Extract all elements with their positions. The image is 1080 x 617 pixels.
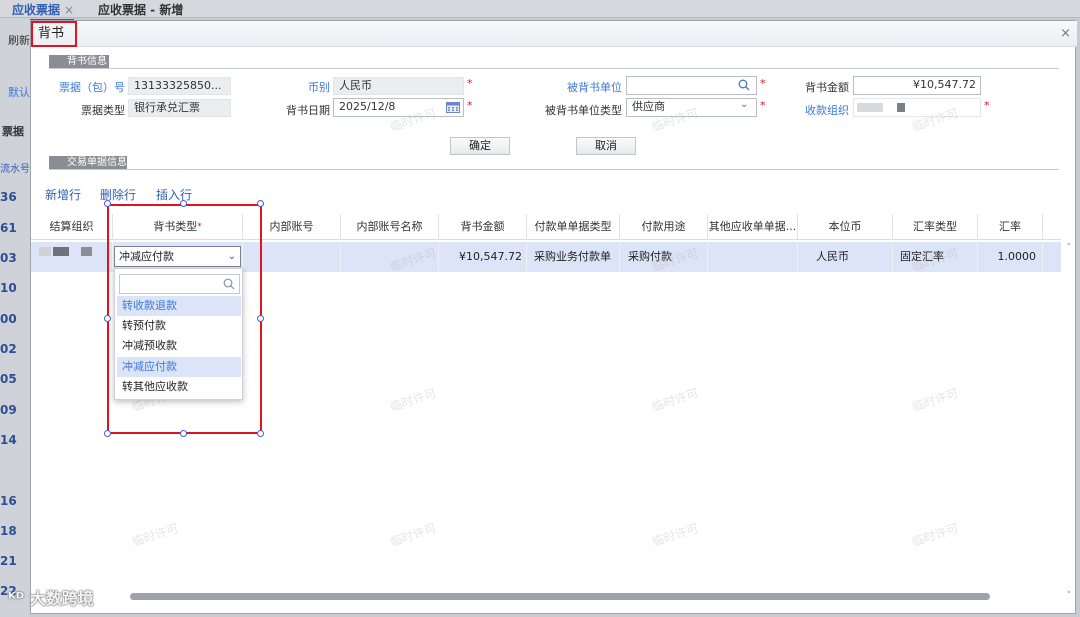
endorse-dialog: 背书 × 背书信息 票据（包）号 13133325850... 币别 人民币 *… xyxy=(30,20,1077,614)
row-number[interactable]: 36 xyxy=(0,190,30,204)
tab-close-icon[interactable]: × xyxy=(64,3,74,17)
row-number[interactable]: 09 xyxy=(0,403,30,417)
scroll-down-icon[interactable]: ˅ xyxy=(1067,591,1072,601)
column-header[interactable]: 内部账号名称 xyxy=(341,214,439,240)
row-number[interactable]: 02 xyxy=(0,342,30,356)
resize-handle[interactable] xyxy=(180,430,187,437)
flow-number-header: 流水号 xyxy=(0,164,30,175)
calendar-icon[interactable] xyxy=(446,101,460,113)
search-icon[interactable] xyxy=(738,79,750,91)
watermark: 临时许可 xyxy=(388,385,439,415)
confirm-button[interactable]: 确定 xyxy=(450,137,510,155)
resize-handle[interactable] xyxy=(180,200,187,207)
bill-label: 票据 xyxy=(2,125,24,138)
resize-handle[interactable] xyxy=(104,315,111,322)
dialog-title: 背书 xyxy=(31,21,77,47)
resize-handle[interactable] xyxy=(104,430,111,437)
column-header[interactable]: 付款单单据类型 xyxy=(527,214,620,240)
blurred-value xyxy=(81,247,92,256)
org-label[interactable]: 收款组织 xyxy=(791,102,849,118)
cell-rate[interactable]: 1.0000 xyxy=(978,242,1043,272)
watermark: 临时许可 xyxy=(910,520,961,550)
column-header[interactable]: 汇率 xyxy=(978,214,1043,240)
watermark: 临时许可 xyxy=(650,385,701,415)
bill-no-field[interactable]: 13133325850... xyxy=(128,77,231,95)
cell-other-receivable[interactable] xyxy=(708,242,798,272)
tab-receivable-bills-new[interactable]: 应收票据 - 新增 xyxy=(98,1,183,18)
blurred-value xyxy=(53,247,69,256)
column-header[interactable]: 汇率类型 xyxy=(893,214,978,240)
add-row-button[interactable]: 新增行 xyxy=(45,186,81,203)
required-mark: * xyxy=(760,99,766,112)
row-number[interactable]: 05 xyxy=(0,372,30,386)
annotation-highlight-box xyxy=(107,204,262,434)
endorsee-label[interactable]: 被背书单位 xyxy=(546,79,622,95)
endorsee-type-label: 被背书单位类型 xyxy=(545,104,622,117)
row-number[interactable]: 03 xyxy=(0,251,30,265)
scroll-up-icon[interactable]: ˄ xyxy=(1067,243,1072,253)
column-header[interactable]: 背书金额 xyxy=(439,214,527,240)
date-label: 背书日期 xyxy=(286,104,330,117)
bill-type-field[interactable]: 银行承兑汇票 xyxy=(128,99,231,117)
close-icon[interactable]: × xyxy=(1060,26,1071,41)
logo-text: 大数跨境 xyxy=(29,589,94,608)
resize-handle[interactable] xyxy=(257,430,264,437)
cell-base-currency[interactable]: 人民币 xyxy=(798,242,893,272)
resize-handle[interactable] xyxy=(104,200,111,207)
watermark: 临时许可 xyxy=(910,385,961,415)
watermark: 临时许可 xyxy=(130,520,181,550)
column-header[interactable]: 其他应收单单据... xyxy=(708,214,798,240)
required-mark: * xyxy=(467,99,473,112)
blurred-value xyxy=(39,247,51,256)
resize-handle[interactable] xyxy=(257,315,264,322)
bill-no-label[interactable]: 票据（包）号 xyxy=(51,79,125,95)
dialog-title-bar: 背书 × xyxy=(31,21,1077,47)
row-number[interactable]: 16 xyxy=(0,494,30,508)
background-tab-bar: 应收票据 × 应收票据 - 新增 xyxy=(0,0,1080,21)
currency-field[interactable]: 人民币 xyxy=(333,77,464,95)
watermark: 临时许可 xyxy=(650,520,701,550)
blurred-value xyxy=(897,103,905,112)
required-mark: * xyxy=(760,77,766,90)
scrollbar-thumb[interactable] xyxy=(130,593,990,600)
cancel-button[interactable]: 取消 xyxy=(576,137,636,155)
cell-pay-bill-type[interactable]: 采购业务付款单 xyxy=(527,242,620,272)
section-endorse-info: 背书信息 xyxy=(49,55,109,69)
chevron-down-icon[interactable]: ⌄ xyxy=(740,99,748,110)
tab-label: 应收票据 xyxy=(12,3,61,17)
currency-label[interactable]: 币别 xyxy=(271,79,330,95)
cell-amount[interactable]: ¥10,547.72 xyxy=(439,242,527,272)
watermark: 临时许可 xyxy=(388,520,439,550)
section-transaction-info: 交易单据信息 xyxy=(49,156,127,170)
cell-settle-org[interactable] xyxy=(31,242,113,272)
required-mark: * xyxy=(984,99,990,112)
section-divider xyxy=(49,68,1059,69)
column-header[interactable]: 本位币 xyxy=(798,214,893,240)
row-number[interactable]: 21 xyxy=(0,554,30,568)
blurred-value xyxy=(857,103,883,112)
logo-mark-icon: ᴷᴰ xyxy=(8,589,30,608)
amount-label: 背书金额 xyxy=(805,81,849,94)
column-header[interactable]: 付款用途 xyxy=(620,214,708,240)
brand-logo: ᴷᴰ 大数跨境 xyxy=(8,585,94,609)
row-number[interactable]: 10 xyxy=(0,281,30,295)
column-header[interactable]: 结算组织 xyxy=(31,214,113,240)
insert-row-button[interactable]: 插入行 xyxy=(156,186,192,203)
amount-field[interactable]: ¥10,547.72 xyxy=(853,76,981,95)
bill-type-label: 票据类型 xyxy=(81,104,125,117)
row-number[interactable]: 18 xyxy=(0,524,30,538)
resize-handle[interactable] xyxy=(257,200,264,207)
section-divider xyxy=(49,169,1059,170)
row-number[interactable]: 14 xyxy=(0,433,30,447)
row-number[interactable]: 00 xyxy=(0,312,30,326)
horizontal-scrollbar[interactable] xyxy=(30,589,1060,603)
required-mark: * xyxy=(467,77,473,90)
row-number[interactable]: 61 xyxy=(0,221,30,235)
